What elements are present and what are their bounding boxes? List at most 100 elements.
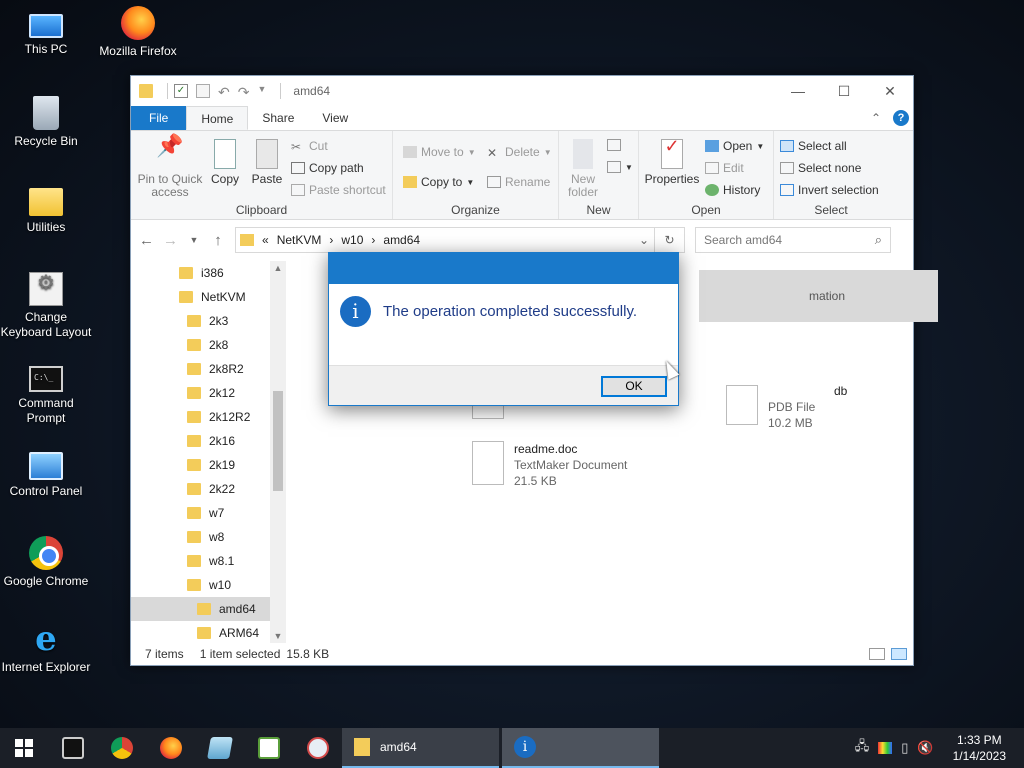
desktop-icon-internet-explorer[interactable]: e Internet Explorer <box>0 622 92 675</box>
tree-item[interactable]: 2k12 <box>187 381 270 405</box>
paste-shortcut-button[interactable]: Paste shortcut <box>291 183 386 197</box>
usb-icon[interactable]: ▯ <box>901 740 908 756</box>
details-view-icon[interactable] <box>869 648 885 660</box>
taskbar-dialog-task[interactable]: i <box>502 728 659 768</box>
help-icon[interactable]: ? <box>893 110 909 126</box>
breadcrumb-separator[interactable]: › <box>371 233 375 247</box>
minimize-icon[interactable]: — <box>775 76 821 106</box>
collapse-ribbon-icon[interactable]: ⌃ <box>871 111 881 125</box>
taskbar-explorer-task[interactable]: amd64 <box>342 728 499 768</box>
tab-share[interactable]: Share <box>248 106 308 130</box>
edit-button[interactable]: Edit <box>705 161 744 175</box>
rename-button[interactable]: Rename <box>487 175 550 189</box>
desktop-icon-firefox[interactable]: Mozilla Firefox <box>92 6 184 59</box>
tree-item[interactable]: w8.1 <box>187 549 270 573</box>
tree-item[interactable]: 2k12R2 <box>187 405 270 429</box>
tab-view[interactable]: View <box>308 106 362 130</box>
maximize-icon[interactable]: ☐ <box>821 76 867 106</box>
ok-button[interactable]: OK <box>601 376 667 397</box>
taskbar-chrome[interactable] <box>97 728 146 768</box>
desktop-icon-this-pc[interactable]: This PC <box>0 8 92 57</box>
tree-item[interactable]: ARM64 <box>197 621 270 643</box>
scrollbar[interactable]: ▲ ▼ <box>270 261 286 643</box>
taskbar-app-6[interactable] <box>293 728 342 768</box>
cut-button[interactable]: ✂ Cut <box>291 139 328 154</box>
select-none-button[interactable]: Select none <box>780 161 861 175</box>
new-folder-button[interactable]: New folder <box>563 139 603 199</box>
scroll-down-icon[interactable]: ▼ <box>270 631 286 641</box>
color-settings-icon[interactable] <box>878 742 893 754</box>
copy-button[interactable]: Copy <box>207 139 243 186</box>
info-icon: i <box>514 736 536 758</box>
breadcrumb-item[interactable]: amd64 <box>383 233 420 247</box>
select-all-button[interactable]: Select all <box>780 139 847 153</box>
taskbar-app-5[interactable] <box>244 728 293 768</box>
properties-quick-icon[interactable]: ✓ <box>174 84 188 98</box>
pin-quick-access-button[interactable]: 📌 Pin to Quick access <box>137 135 203 199</box>
open-button[interactable]: Open ▼ <box>705 139 764 153</box>
start-button[interactable] <box>0 728 48 768</box>
move-to-button[interactable]: Move to ▼ <box>403 145 476 159</box>
breadcrumb-separator[interactable]: › <box>329 233 333 247</box>
tree-item[interactable]: w8 <box>187 525 270 549</box>
copy-path-label: Copy path <box>309 161 364 175</box>
undo-icon[interactable]: ↶ <box>218 84 230 100</box>
tree-item[interactable]: 2k22 <box>187 477 270 501</box>
easy-access-button[interactable]: ▼ <box>607 161 633 173</box>
delete-button[interactable]: ✕ Delete ▼ <box>487 145 552 160</box>
tree-item[interactable]: 2k8 <box>187 333 270 357</box>
window-controls: — ☐ ✕ <box>775 76 913 106</box>
desktop-icon-recycle-bin[interactable]: Recycle Bin <box>0 96 92 149</box>
customize-toolbar-icon[interactable]: ▼ <box>257 84 266 98</box>
refresh-icon[interactable]: ↻ <box>655 227 685 253</box>
tree-item[interactable]: 2k3 <box>187 309 270 333</box>
tree-item[interactable]: w7 <box>187 501 270 525</box>
address-bar[interactable]: « NetKVM › w10 › amd64 ⌄ <box>235 227 655 253</box>
back-arrow-icon[interactable]: ← <box>139 232 154 249</box>
paste-button[interactable]: Paste <box>247 139 287 186</box>
breadcrumb-overflow[interactable]: « <box>262 233 269 247</box>
tree-item[interactable]: 2k16 <box>187 429 270 453</box>
breadcrumb-item[interactable]: w10 <box>341 233 363 247</box>
desktop-icon-control-panel[interactable]: Control Panel <box>0 448 92 499</box>
taskbar-cmd[interactable] <box>48 728 97 768</box>
invert-selection-button[interactable]: Invert selection <box>780 183 879 197</box>
file-tile-readme[interactable]: readme.doc TextMaker Document 21.5 KB <box>472 441 627 489</box>
breadcrumb-item[interactable]: NetKVM <box>277 233 322 247</box>
desktop-icon-chrome[interactable]: Google Chrome <box>0 536 92 589</box>
desktop-icon-change-keyboard[interactable]: Change Keyboard Layout <box>0 272 92 340</box>
volume-muted-icon[interactable]: 🔇 <box>917 740 933 756</box>
history-button[interactable]: History <box>705 183 760 197</box>
tree-item[interactable]: 2k19 <box>187 453 270 477</box>
new-folder-quick-icon[interactable] <box>196 84 210 98</box>
tree-item-selected[interactable]: amd64 <box>131 597 270 621</box>
tree-item[interactable]: w10 <box>187 573 270 597</box>
taskbar-firefox[interactable] <box>146 728 195 768</box>
desktop-icon-utilities[interactable]: Utilities <box>0 184 92 235</box>
tab-file[interactable]: File <box>131 106 187 130</box>
tree-item[interactable]: 2k8R2 <box>187 357 270 381</box>
chevron-down-icon[interactable]: ⌄ <box>634 233 654 247</box>
taskbar-app-4[interactable] <box>195 728 244 768</box>
desktop-icon-command-prompt[interactable]: Command Prompt <box>0 360 92 426</box>
scrollbar-thumb[interactable] <box>273 391 283 491</box>
forward-arrow-icon[interactable]: → <box>163 232 178 249</box>
copy-to-button[interactable]: Copy to ▼ <box>403 175 474 189</box>
copy-path-button[interactable]: Copy path <box>291 161 364 175</box>
large-icons-view-icon[interactable] <box>891 648 907 660</box>
up-arrow-icon[interactable]: ↑ <box>211 232 225 249</box>
file-tile-pdb[interactable]: db PDB File 10.2 MB <box>726 379 847 431</box>
scroll-up-icon[interactable]: ▲ <box>270 263 286 273</box>
search-input[interactable]: Search amd64 ⌕ <box>695 227 891 253</box>
properties-button[interactable]: ✓ Properties <box>643 137 701 186</box>
tab-home[interactable]: Home <box>186 106 249 130</box>
clock[interactable]: 1:33 PM 1/14/2023 <box>953 732 1006 764</box>
close-icon[interactable]: ✕ <box>867 76 913 106</box>
tree-item[interactable]: i386 <box>179 261 270 285</box>
new-item-button[interactable] <box>607 139 621 151</box>
redo-icon[interactable]: ↷ <box>238 84 250 100</box>
selected-file-tile[interactable]: mation <box>699 270 938 322</box>
tree-item[interactable]: NetKVM <box>179 285 270 309</box>
network-icon[interactable]: 🖧 <box>855 737 870 759</box>
recent-locations-icon[interactable]: ▼ <box>187 235 201 245</box>
